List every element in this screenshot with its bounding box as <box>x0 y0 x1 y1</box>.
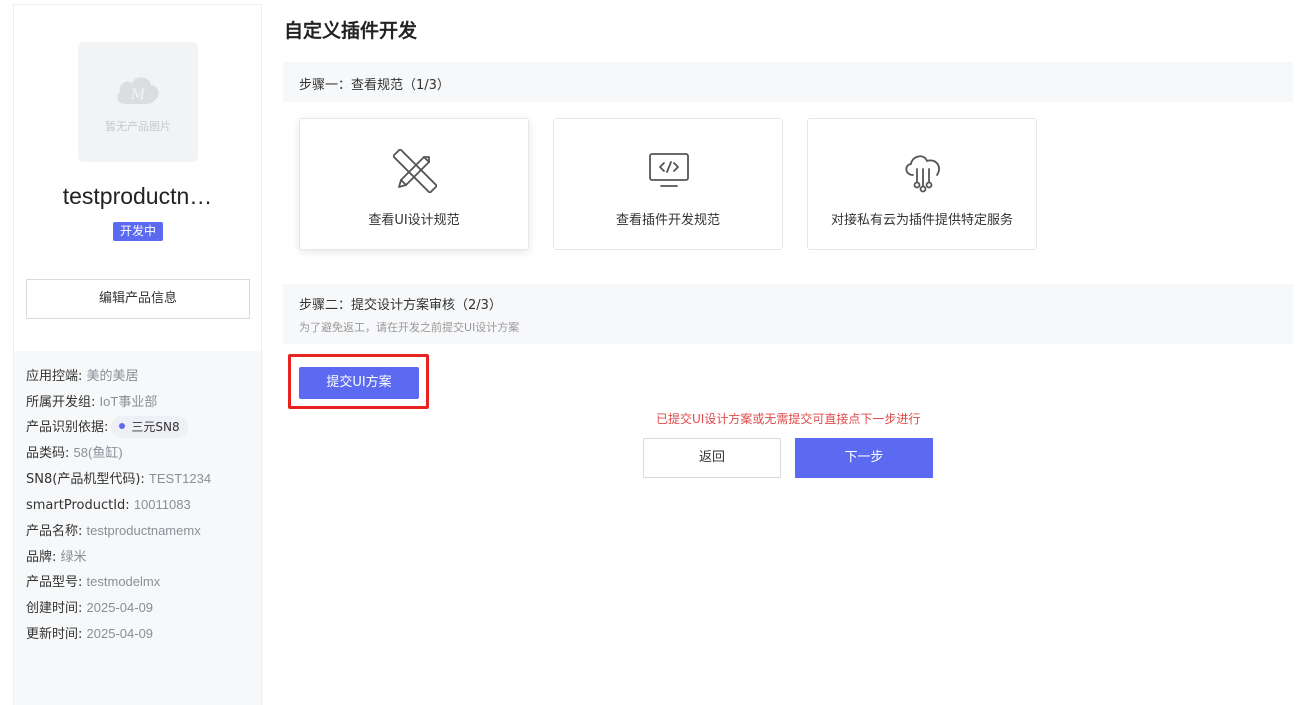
info-label: 产品名称: <box>26 523 83 539</box>
info-value: 58(鱼缸) <box>73 445 123 461</box>
svg-text:M: M <box>130 87 146 103</box>
step-one-title: 步骤一：查看规范（1/3） <box>299 78 450 93</box>
design-tools-icon <box>393 149 437 193</box>
info-row-model: 产品型号: testmodelmx <box>26 569 261 595</box>
info-value: testproductnamemx <box>86 522 201 538</box>
info-row-updated: 更新时间: 2025-04-09 <box>26 621 261 647</box>
ui-design-spec-card[interactable]: 查看UI设计规范 <box>299 118 529 250</box>
info-row-group: 所属开发组: IoT事业部 <box>26 389 261 415</box>
card-label: 查看插件开发规范 <box>615 213 720 228</box>
step-one-header: 步骤一：查看规范（1/3） <box>283 62 1293 102</box>
edit-product-button[interactable]: 编辑产品信息 <box>26 279 250 319</box>
back-button[interactable]: 返回 <box>643 438 781 478</box>
step-two-title: 步骤二：提交设计方案审核（2/3） <box>299 298 502 313</box>
info-label: 所属开发组: <box>26 394 96 410</box>
info-label: smartProductId: <box>26 497 130 513</box>
status-badge: 开发中 <box>113 222 164 241</box>
product-sidebar: M 暂无产品图片 testproductn… 开发中 编辑产品信息 应用控端: … <box>13 4 262 705</box>
code-monitor-icon <box>649 153 689 187</box>
product-info-panel: 应用控端: 美的美居 所属开发组: IoT事业部 产品识别依据: 三元SN8 品类… <box>14 351 261 705</box>
cloud-logo-icon: M <box>117 77 159 104</box>
info-value: 美的美居 <box>86 368 139 383</box>
cloud-network-icon <box>905 155 940 193</box>
product-name: testproductn… <box>62 183 213 209</box>
info-label: SN8(产品机型代码): <box>26 472 145 488</box>
next-step-button[interactable]: 下一步 <box>795 438 933 478</box>
product-image-placeholder: M 暂无产品图片 <box>78 42 198 162</box>
info-label: 创建时间: <box>26 601 83 617</box>
info-row-smart-id: smartProductId: 10011083 <box>26 492 261 518</box>
info-value: 2025-04-09 <box>86 625 154 641</box>
page-title: 自定义插件开发 <box>284 20 418 42</box>
info-row-brand: 品牌: 绿米 <box>26 544 261 570</box>
identify-tag-label: 三元SN8 <box>131 419 180 434</box>
info-value: IoT事业部 <box>99 393 158 409</box>
main-content: 自定义插件开发 步骤一：查看规范（1/3） 查看UI设计规范 查看插件开发规范 <box>283 0 1293 705</box>
info-row-category: 品类码: 58(鱼缸) <box>26 440 261 466</box>
plugin-dev-spec-card[interactable]: 查看插件开发规范 <box>553 118 783 250</box>
step-two-subtitle: 为了避免返工，请在开发之前提交UI设计方案 <box>299 321 520 334</box>
card-label: 查看UI设计规范 <box>368 213 460 228</box>
info-value: TEST1234 <box>148 471 212 487</box>
info-label: 品类码: <box>26 446 70 462</box>
info-row-created: 创建时间: 2025-04-09 <box>26 595 261 621</box>
card-label: 对接私有云为插件提供特定服务 <box>830 213 1013 228</box>
info-label: 应用控端: <box>26 369 83 384</box>
info-value: testmodelmx <box>86 574 161 590</box>
info-row-app: 应用控端: 美的美居 <box>26 363 261 389</box>
info-row-identify: 产品识别依据: 三元SN8 <box>26 415 261 441</box>
info-label: 产品识别依据: <box>26 419 109 435</box>
info-label: 更新时间: <box>26 626 83 642</box>
step-two-header: 步骤二：提交设计方案审核（2/3） 为了避免返工，请在开发之前提交UI设计方案 <box>283 284 1293 344</box>
tag-dot-icon <box>119 423 126 430</box>
info-row-sn8: SN8(产品机型代码): TEST1234 <box>26 466 261 492</box>
info-label: 品牌: <box>26 549 57 565</box>
info-value: 绿米 <box>60 548 87 564</box>
identify-tag: 三元SN8 <box>111 415 188 438</box>
submit-highlight-box: 提交UI方案 <box>288 354 429 409</box>
info-value: 10011083 <box>133 496 191 512</box>
info-row-name: 产品名称: testproductnamemx <box>26 518 261 544</box>
no-image-caption: 暂无产品图片 <box>105 120 171 133</box>
info-value: 2025-04-09 <box>86 600 154 616</box>
info-label: 产品型号: <box>26 575 83 591</box>
submit-ui-plan-button[interactable]: 提交UI方案 <box>299 367 419 399</box>
private-cloud-card[interactable]: 对接私有云为插件提供特定服务 <box>807 118 1037 250</box>
submit-notice: 已提交UI设计方案或无需提交可直接点下一步进行 <box>656 412 921 426</box>
